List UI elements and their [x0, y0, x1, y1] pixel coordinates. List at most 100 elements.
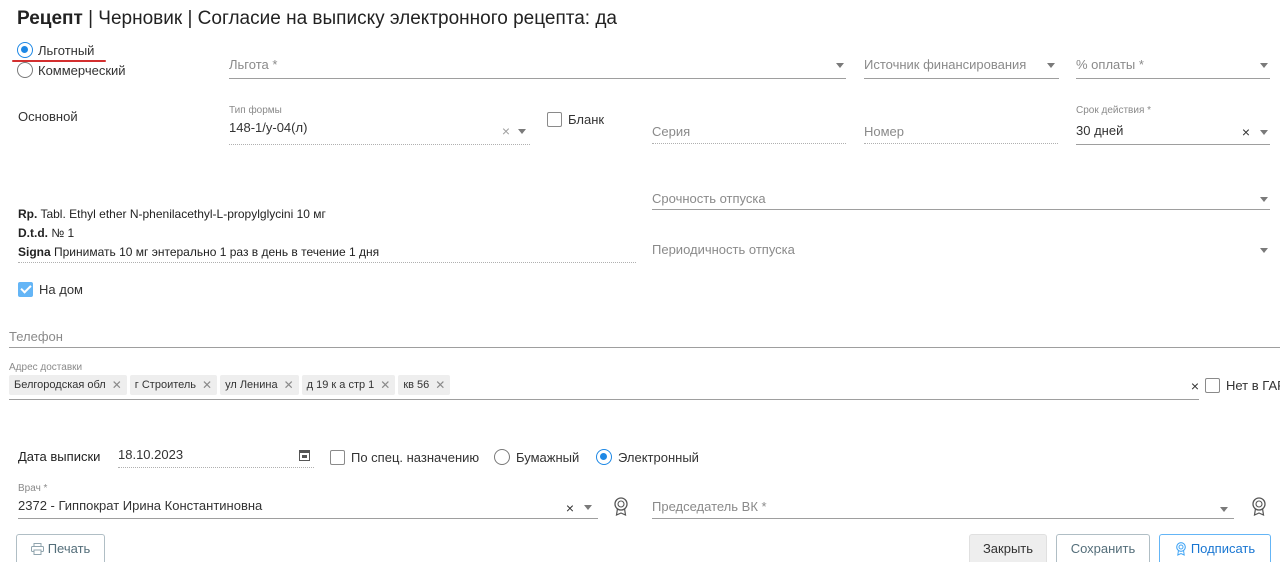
address-underline — [9, 399, 1199, 400]
urgency-select[interactable]: Срочность отпуска — [652, 191, 1270, 211]
doctor-label: Врач * — [18, 483, 48, 494]
address-chip-label: Белгородская обл — [14, 379, 106, 391]
address-chip-label: г Строитель — [134, 379, 197, 391]
radio-electronic[interactable]: Электронный — [596, 449, 699, 465]
address-chip[interactable]: ул Ленина ✕ — [220, 375, 299, 395]
home-checkbox[interactable]: На дом — [18, 282, 83, 297]
rp-label: Rp. — [18, 207, 38, 221]
close-icon[interactable]: ✕ — [284, 378, 294, 392]
payment-placeholder: % оплаты * — [1076, 57, 1144, 72]
radio-electronic-label: Электронный — [618, 449, 699, 465]
radio-lgotny-label: Льготный — [38, 42, 95, 58]
chevron-down-icon[interactable] — [518, 129, 526, 134]
section-label: Основной — [18, 109, 78, 124]
radio-paper-indicator[interactable] — [494, 449, 510, 465]
radio-paper-label: Бумажный — [516, 449, 580, 465]
calendar-icon[interactable] — [299, 449, 310, 461]
validity-value: 30 дней — [1076, 123, 1124, 138]
address-field[interactable]: Адрес доставки Белгородская обл ✕ г Строи… — [9, 362, 1199, 400]
chairman-select[interactable]: Председатель ВК * — [652, 499, 1234, 519]
doctor-select[interactable]: Врач * 2372 - Гиппократ Ирина Константин… — [18, 483, 598, 519]
signa-text: Принимать 10 мг энтерально 1 раз в день … — [50, 245, 380, 259]
address-chip[interactable]: кв 56 ✕ — [398, 375, 451, 395]
page-title-rest: | Черновик | Согласие на выписку электро… — [82, 8, 617, 29]
series-placeholder: Серия — [652, 124, 691, 139]
prescription-underline — [18, 262, 636, 263]
blank-checkbox[interactable]: Бланк — [547, 112, 604, 127]
address-chip-label: ул Ленина — [225, 379, 278, 391]
chevron-down-icon[interactable] — [1260, 63, 1268, 68]
chevron-down-icon[interactable] — [1260, 197, 1268, 202]
payment-underline — [1076, 78, 1270, 79]
radio-paper[interactable]: Бумажный — [494, 449, 579, 465]
form-type-select[interactable]: Тип формы 148-1/у-04(л) × — [229, 105, 530, 145]
rp-text: Tabl. Ethyl ether N-phenilacethyl-L-prop… — [37, 207, 326, 221]
lgota-select[interactable]: Льгота * — [229, 57, 846, 81]
close-icon[interactable]: × — [1191, 379, 1199, 393]
funding-select[interactable]: Источник финансирования — [864, 57, 1059, 81]
address-chip[interactable]: г Строитель ✕ — [129, 375, 218, 395]
print-icon — [30, 542, 44, 555]
blank-checkbox-label: Бланк — [568, 112, 605, 127]
chevron-down-icon[interactable] — [1047, 63, 1055, 68]
address-chip[interactable]: д 19 к а стр 1 ✕ — [301, 375, 396, 395]
save-button-label: Сохранить — [1070, 541, 1136, 556]
no-gar-checkbox-box[interactable] — [1205, 378, 1220, 393]
form-type-value: 148-1/у-04(л) — [229, 120, 308, 135]
periodicity-select[interactable]: Периодичность отпуска — [652, 242, 1270, 262]
prescription-dtd: D.t.d. № 1 — [18, 226, 74, 240]
chairman-underline — [652, 518, 1234, 519]
close-icon[interactable]: ✕ — [112, 378, 122, 392]
validity-select[interactable]: Срок действия * 30 дней × — [1076, 105, 1270, 145]
close-icon[interactable]: × — [566, 501, 574, 515]
sign-button[interactable]: Подписать — [1159, 534, 1271, 562]
issue-date-input[interactable]: 18.10.2023 — [118, 447, 314, 469]
close-icon[interactable]: × — [502, 124, 510, 138]
address-chip-label: кв 56 — [403, 379, 430, 391]
funding-underline — [864, 78, 1059, 79]
payment-select[interactable]: % оплаты * — [1076, 57, 1270, 81]
certificate-icon[interactable] — [1251, 497, 1267, 517]
chevron-down-icon[interactable] — [1260, 248, 1268, 253]
certificate-icon[interactable] — [613, 497, 629, 517]
series-input[interactable]: Серия — [652, 124, 846, 144]
close-icon[interactable]: × — [1242, 125, 1250, 139]
radio-commercial[interactable]: Коммерческий — [17, 62, 126, 78]
periodicity-placeholder: Периодичность отпуска — [652, 242, 795, 257]
special-checkbox-label: По спец. назначению — [351, 450, 480, 465]
close-icon[interactable]: ✕ — [202, 378, 212, 392]
address-label: Адрес доставки — [9, 362, 83, 373]
funding-placeholder: Источник финансирования — [864, 57, 1027, 72]
radio-electronic-indicator[interactable] — [596, 449, 612, 465]
home-checkbox-label: На дом — [39, 282, 83, 297]
phone-placeholder: Телефон — [9, 329, 63, 344]
validity-underline — [1076, 144, 1270, 145]
series-underline — [652, 143, 846, 144]
chevron-down-icon[interactable] — [1260, 130, 1268, 135]
print-button[interactable]: Печать — [16, 534, 105, 562]
close-button[interactable]: Закрыть — [969, 534, 1047, 562]
chevron-down-icon[interactable] — [836, 63, 844, 68]
address-chips: Белгородская обл ✕ г Строитель ✕ ул Ленина… — [9, 375, 453, 395]
special-checkbox-box[interactable] — [330, 450, 345, 465]
blank-checkbox-box[interactable] — [547, 112, 562, 127]
close-icon[interactable]: ✕ — [380, 378, 390, 392]
no-gar-checkbox[interactable]: Нет в ГАР — [1205, 378, 1280, 393]
lgota-placeholder: Льгота * — [229, 57, 278, 72]
special-checkbox[interactable]: По спец. назначению — [330, 450, 479, 465]
close-icon[interactable]: ✕ — [435, 378, 445, 392]
form-type-underline — [229, 144, 530, 145]
radio-lgotny-indicator[interactable] — [17, 42, 33, 58]
chevron-down-icon[interactable] — [1220, 507, 1228, 512]
print-button-label: Печать — [47, 541, 91, 556]
address-chip[interactable]: Белгородская обл ✕ — [9, 375, 127, 395]
save-button[interactable]: Сохранить — [1056, 534, 1150, 562]
radio-commercial-indicator[interactable] — [17, 62, 33, 78]
validity-label: Срок действия * — [1076, 105, 1152, 116]
chevron-down-icon[interactable] — [584, 505, 592, 510]
urgency-underline — [652, 209, 1270, 210]
radio-lgotny[interactable]: Льготный — [17, 42, 94, 58]
number-input[interactable]: Номер — [864, 124, 1058, 144]
phone-input[interactable]: Телефон — [9, 329, 1280, 349]
home-checkbox-box[interactable] — [18, 282, 33, 297]
